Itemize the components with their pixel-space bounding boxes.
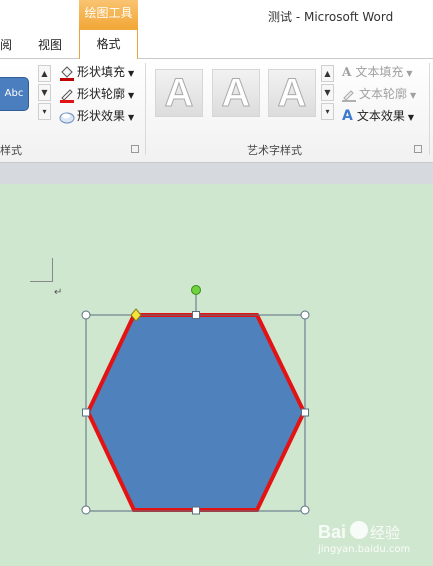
svg-text:Bai: Bai (318, 522, 346, 542)
resize-handle-bottom[interactable] (192, 506, 200, 515)
rotation-handle[interactable] (191, 285, 201, 295)
resize-handle-left[interactable] (82, 408, 90, 417)
resize-handle-bottom-left[interactable] (81, 505, 91, 515)
resize-handle-top-left[interactable] (81, 310, 91, 320)
watermark-url: jingyan.baidu.com (318, 544, 411, 555)
baidu-watermark: Bai 经验 jingyan.baidu.com (318, 512, 428, 560)
resize-handle-top-right[interactable] (300, 310, 310, 320)
resize-handle-top[interactable] (192, 311, 200, 319)
drawing-canvas (81, 285, 310, 515)
resize-handle-bottom-right[interactable] (300, 505, 310, 515)
resize-handle-right[interactable] (301, 408, 309, 417)
hexagon-shape[interactable] (85, 313, 307, 512)
svg-text:经验: 经验 (370, 524, 400, 542)
